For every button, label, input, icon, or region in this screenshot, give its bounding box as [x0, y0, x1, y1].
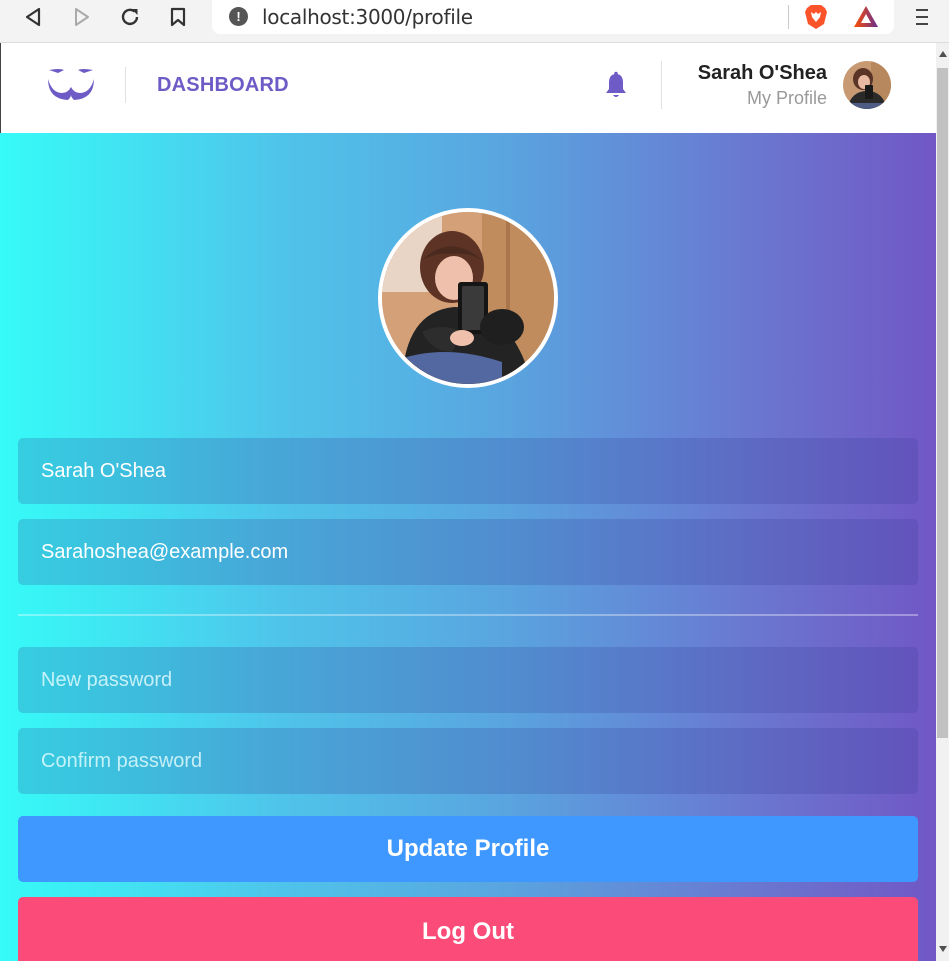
name-field-value[interactable]: Sarah O'Shea: [41, 460, 166, 483]
menu-icon[interactable]: [915, 5, 935, 29]
update-profile-button[interactable]: Update Profile: [18, 816, 918, 882]
log-out-button[interactable]: Log Out: [18, 897, 918, 961]
scroll-down-arrow-icon[interactable]: [939, 946, 947, 952]
profile-panel: Sarah O'Shea Sarahoshea@example.com New …: [0, 133, 936, 961]
forward-icon[interactable]: [68, 3, 96, 31]
mustache-logo-icon[interactable]: [46, 67, 96, 105]
reload-icon[interactable]: [116, 3, 144, 31]
address-divider: [788, 5, 789, 29]
new-password-field[interactable]: New password: [18, 647, 918, 713]
email-field[interactable]: Sarahoshea@example.com: [18, 519, 918, 585]
profile-photo[interactable]: [378, 208, 558, 388]
app-header: DASHBOARD Sarah O'Shea My Profile: [0, 43, 936, 133]
dashboard-link[interactable]: DASHBOARD: [157, 74, 289, 97]
email-field-value[interactable]: Sarahoshea@example.com: [41, 541, 288, 564]
address-bar[interactable]: ! localhost:3000/profile: [212, 0, 894, 34]
scroll-up-arrow-icon[interactable]: [939, 51, 947, 57]
brave-shield-icon[interactable]: [801, 2, 831, 32]
my-profile-link[interactable]: My Profile: [747, 88, 827, 109]
bookmark-icon[interactable]: [164, 3, 192, 31]
url-text[interactable]: localhost:3000/profile: [262, 5, 473, 29]
browser-toolbar: ! localhost:3000/profile: [0, 0, 949, 43]
bell-icon[interactable]: [604, 71, 628, 99]
header-divider: [125, 67, 126, 103]
form-divider: [18, 614, 918, 616]
confirm-password-placeholder[interactable]: Confirm password: [41, 750, 202, 773]
name-field[interactable]: Sarah O'Shea: [18, 438, 918, 504]
avatar[interactable]: [843, 61, 891, 109]
new-password-placeholder[interactable]: New password: [41, 669, 172, 692]
back-icon[interactable]: [19, 3, 47, 31]
brave-rewards-icon[interactable]: [851, 2, 881, 32]
user-name[interactable]: Sarah O'Shea: [698, 62, 827, 85]
header-divider-right: [661, 61, 662, 109]
confirm-password-field[interactable]: Confirm password: [18, 728, 918, 794]
scrollbar-thumb[interactable]: [937, 68, 948, 738]
site-info-icon[interactable]: !: [229, 7, 248, 26]
